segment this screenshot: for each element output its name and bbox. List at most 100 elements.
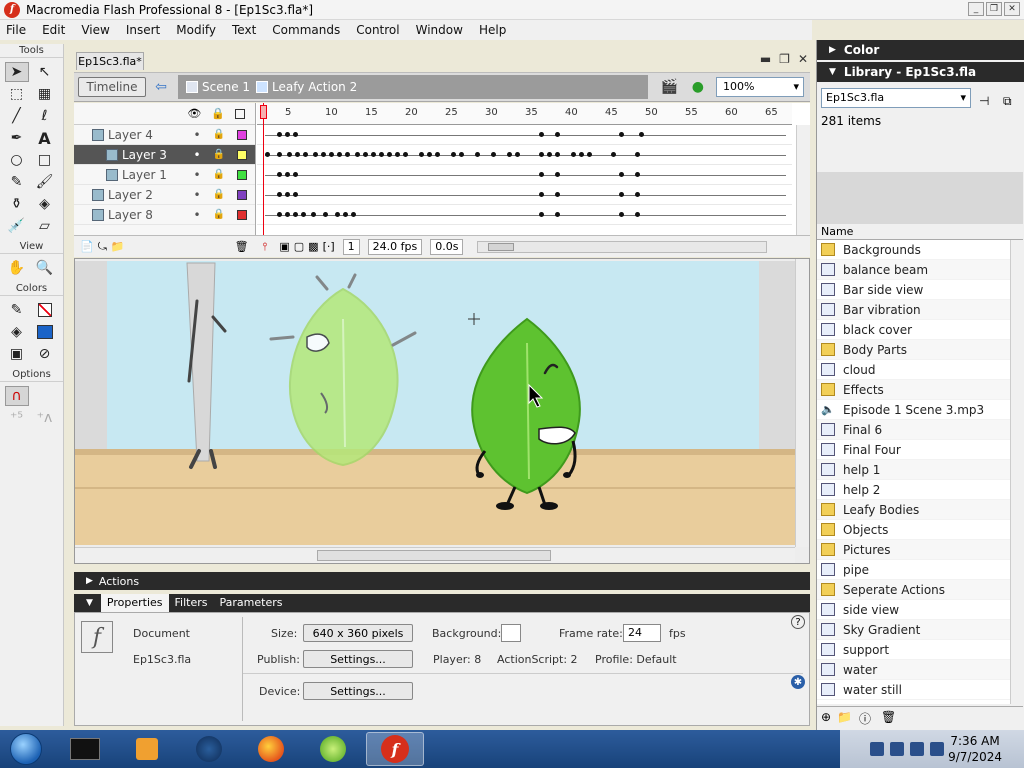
properties-icon[interactable]: ⓘ (859, 710, 871, 727)
layer-outline-color[interactable] (237, 129, 247, 140)
keyframe[interactable] (459, 152, 464, 157)
start-button[interactable] (0, 730, 52, 768)
keyframe[interactable] (335, 212, 340, 217)
layer-row[interactable]: Layer 8 • 🔒 (74, 205, 255, 225)
frame-row[interactable] (257, 125, 792, 145)
lock-icon[interactable]: 🔒 (213, 129, 225, 140)
keyframe[interactable] (635, 212, 640, 217)
layer-name[interactable]: Layer 3 (122, 148, 167, 162)
stage-vscroll[interactable] (795, 259, 809, 547)
library-vscroll[interactable] (1010, 240, 1024, 704)
library-item[interactable]: Final Four (817, 440, 1023, 460)
library-item[interactable]: help 1 (817, 460, 1023, 480)
hand-tool-icon[interactable]: ✋ (5, 258, 29, 278)
add-layer-icon[interactable]: 📄 (80, 240, 94, 253)
library-item[interactable]: support (817, 640, 1023, 660)
lock-icon[interactable]: 🔒 (213, 149, 225, 160)
keyframe[interactable] (475, 152, 480, 157)
eye-icon[interactable]: 👁 (187, 107, 201, 120)
timeline-toggle-button[interactable]: Timeline (78, 77, 146, 97)
layer-outline-color[interactable] (237, 209, 247, 220)
library-item[interactable]: Body Parts (817, 340, 1023, 360)
device-settings-button[interactable]: Settings... (303, 682, 413, 700)
stage-hscroll-thumb[interactable] (317, 550, 551, 561)
library-item[interactable]: Seperate Actions (817, 580, 1023, 600)
library-item[interactable]: Effects (817, 380, 1023, 400)
subselection-tool-icon[interactable]: ↖ (33, 62, 57, 82)
keyframe[interactable] (571, 152, 576, 157)
back-arrow-icon[interactable]: ⇦ (152, 78, 170, 96)
keyframe[interactable] (293, 132, 298, 137)
doc-restore-icon[interactable]: ❐ (779, 52, 790, 66)
zoom-tool-icon[interactable]: 🔍 (33, 258, 57, 278)
new-folder-icon[interactable]: 📁 (837, 710, 852, 724)
keyframe[interactable] (635, 192, 640, 197)
library-item[interactable]: black cover (817, 320, 1023, 340)
keyframe[interactable] (619, 132, 624, 137)
tab-properties[interactable]: Properties (100, 594, 169, 612)
menu-control[interactable]: Control (348, 23, 407, 37)
layer-outline-color[interactable] (237, 189, 247, 200)
keyframe[interactable] (337, 152, 342, 157)
taskbar-app-media[interactable] (118, 732, 176, 766)
color-panel-bar[interactable]: ▶ Color (817, 40, 1024, 60)
new-symbol-icon[interactable]: ⊕ (821, 710, 831, 724)
tab-parameters[interactable]: Parameters (214, 594, 289, 612)
library-item[interactable]: cloud (817, 360, 1023, 380)
keyframe[interactable] (287, 152, 292, 157)
layer-row[interactable]: Layer 4 • 🔒 (74, 125, 255, 145)
keyframe[interactable] (435, 152, 440, 157)
frames-area[interactable]: 5 10 15 20 25 30 35 40 45 50 55 60 65 (257, 103, 792, 257)
layer-name[interactable]: Layer 2 (108, 188, 153, 202)
visibility-dot[interactable]: • (193, 128, 200, 142)
keyframe[interactable] (379, 152, 384, 157)
layer-name[interactable]: Layer 4 (108, 128, 153, 142)
frame-row[interactable] (257, 165, 792, 185)
library-item[interactable]: Bar vibration (817, 300, 1023, 320)
keyframe[interactable] (363, 152, 368, 157)
doc-close-icon[interactable]: ✕ (798, 52, 808, 66)
balance-beam-character[interactable] (186, 262, 227, 469)
keyframe[interactable] (587, 152, 592, 157)
eyedropper-tool-icon[interactable]: 💉 (5, 216, 29, 236)
keyframe[interactable] (277, 172, 282, 177)
tray-volume-icon[interactable] (930, 742, 944, 756)
tray-network-icon[interactable] (890, 742, 904, 756)
fill-color-swatch[interactable] (33, 322, 57, 342)
taskbar-app-flash[interactable]: f (366, 732, 424, 766)
visibility-dot[interactable]: • (193, 208, 200, 222)
keyframe[interactable] (343, 212, 348, 217)
keyframe[interactable] (313, 152, 318, 157)
playhead-handle[interactable] (260, 105, 267, 119)
library-item[interactable]: 🔈 Episode 1 Scene 3.mp3 (817, 400, 1023, 420)
keyframe[interactable] (619, 192, 624, 197)
layer-name[interactable]: Layer 1 (122, 168, 167, 182)
menu-edit[interactable]: Edit (34, 23, 73, 37)
keyframe[interactable] (419, 152, 424, 157)
leafy-onion-skin[interactable] (269, 273, 417, 467)
keyframe[interactable] (311, 212, 316, 217)
keyframe[interactable] (303, 152, 308, 157)
keyframe[interactable] (635, 152, 640, 157)
keyframe[interactable] (355, 152, 360, 157)
stage[interactable] (75, 261, 795, 545)
keyframe[interactable] (295, 152, 300, 157)
keyframe[interactable] (403, 152, 408, 157)
menu-text[interactable]: Text (224, 23, 264, 37)
keyframe[interactable] (277, 132, 282, 137)
onion-skin-icon[interactable]: ▣ (279, 240, 289, 253)
lock-icon[interactable]: 🔒 (213, 209, 225, 220)
layer-outline-color[interactable] (237, 169, 247, 180)
keyframe[interactable] (387, 152, 392, 157)
accessibility-icon[interactable]: ✱ (791, 675, 805, 689)
library-item[interactable]: balance beam (817, 260, 1023, 280)
frame-ruler[interactable]: 5 10 15 20 25 30 35 40 45 50 55 60 65 (257, 103, 792, 125)
library-item[interactable]: side view (817, 600, 1023, 620)
keyframe[interactable] (293, 212, 298, 217)
keyframe[interactable] (555, 132, 560, 137)
layer-outline-color[interactable] (237, 149, 247, 160)
close-button[interactable]: ✕ (1004, 2, 1020, 16)
pin-library-icon[interactable]: ⊣ (979, 94, 989, 108)
keyframe[interactable] (639, 132, 644, 137)
library-item[interactable]: Objects (817, 520, 1023, 540)
